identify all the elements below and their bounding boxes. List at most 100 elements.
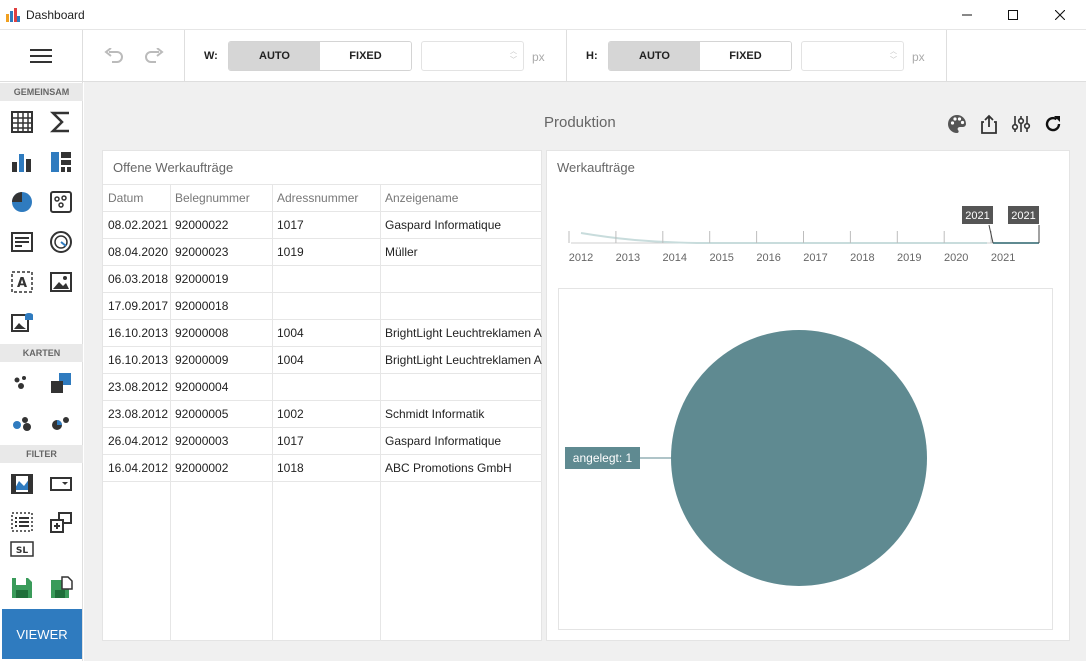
range-year-label: 2012 — [569, 252, 593, 264]
column-header-anzeigename[interactable]: Anzeigename — [380, 185, 542, 212]
refresh-button[interactable] — [1041, 112, 1065, 136]
image-icon — [50, 272, 72, 292]
scatter-item-button[interactable] — [48, 189, 74, 215]
hamburger-icon — [30, 49, 52, 63]
cell-adressnummer: 1004 — [277, 326, 304, 340]
cell-datum: 23.08.2012 — [108, 380, 169, 394]
width-fixed-button[interactable]: FIXED — [320, 42, 411, 70]
column-header-belegnummer[interactable]: Belegnummer — [170, 185, 272, 212]
range-end-handle[interactable]: 2021 — [1008, 206, 1040, 243]
viewer-button[interactable]: VIEWER — [2, 609, 82, 659]
export-button[interactable] — [977, 112, 1001, 136]
toolbar: W: AUTO FIXED ︿ ﹀ px H: AUTO FIXED ︿ ﹀ px — [0, 30, 1086, 82]
cell-adressnummer: 1017 — [277, 218, 304, 232]
cell-adressnummer — [272, 293, 380, 320]
save-as-item-button[interactable] — [48, 575, 74, 601]
height-input[interactable]: ︿ ﹀ — [801, 41, 904, 71]
height-spinner-icon[interactable]: ︿ ﹀ — [890, 47, 897, 65]
save-as-icon — [51, 576, 73, 598]
image-item-button[interactable] — [48, 269, 74, 295]
treemap-icon — [51, 152, 71, 172]
cell-adressnummer: 1002 — [277, 407, 304, 421]
palette-icon — [948, 115, 966, 133]
toolbar-separator — [566, 30, 567, 82]
close-button[interactable] — [1037, 0, 1083, 30]
sigma-icon — [49, 111, 69, 133]
pie-chart-panel: Werkaufträge 2012 2013 2014 2015 2016 2017 201… — [546, 150, 1070, 641]
width-spinner-icon[interactable]: ︿ ﹀ — [510, 47, 517, 65]
redo-button[interactable] — [143, 46, 165, 66]
chart-item-button[interactable] — [9, 149, 35, 175]
choropleth-map-item-button[interactable] — [48, 370, 74, 396]
range-year-label: 2019 — [897, 252, 921, 264]
minimize-button[interactable] — [944, 0, 990, 30]
cell-belegnummer: 92000008 — [175, 326, 229, 340]
gauge-icon — [50, 231, 72, 253]
cell-belegnummer: 92000023 — [175, 245, 229, 259]
range-year-label: 2021 — [991, 252, 1015, 264]
width-input[interactable]: ︿ ﹀ — [421, 41, 524, 71]
cell-adressnummer: 1019 — [277, 245, 304, 259]
maximize-button[interactable] — [990, 0, 1036, 30]
pie-map-item-button[interactable] — [48, 410, 74, 436]
gauge-item-button[interactable] — [48, 229, 74, 255]
treemap-item-button[interactable] — [48, 149, 74, 175]
undo-icon — [104, 48, 123, 63]
cell-datum: 06.03.2018 — [108, 272, 169, 286]
save-item-button[interactable] — [9, 575, 35, 601]
cell-datum: 16.10.2013 — [108, 326, 169, 340]
undo-button[interactable] — [103, 46, 125, 66]
cell-belegnummer: 92000005 — [175, 407, 229, 421]
bound-image-item-button[interactable] — [9, 309, 35, 335]
grid-icon — [11, 111, 33, 133]
cell-datum: 08.02.2021 — [108, 218, 169, 232]
theme-button[interactable] — [945, 112, 969, 136]
cell-anzeigename: ABC Promotions GmbH — [385, 461, 512, 475]
menu-button[interactable] — [0, 30, 83, 82]
range-year-label: 2016 — [756, 252, 780, 264]
card-item-button[interactable] — [48, 109, 74, 135]
sl-filter-icon: SL — [10, 541, 34, 557]
range-start-label: 2021 — [965, 210, 989, 222]
choropleth-map-icon — [51, 373, 71, 393]
column-header-adressnummer[interactable]: Adressnummer — [272, 185, 380, 212]
column-header-datum[interactable]: Datum — [103, 185, 170, 212]
width-mode-toggle: AUTO FIXED — [228, 41, 412, 71]
date-filter-item-button[interactable]: SL — [9, 537, 35, 561]
cell-anzeigename: Schmidt Informatik — [385, 407, 485, 421]
maximize-icon — [1008, 10, 1018, 20]
range-start-handle[interactable]: 2021 — [962, 206, 994, 244]
geo-point-map-item-button[interactable] — [9, 410, 35, 436]
text-box-item-button[interactable] — [9, 229, 35, 255]
list-box-icon — [11, 512, 33, 532]
pie-item-button[interactable] — [9, 189, 35, 215]
list-box-item-button[interactable] — [9, 509, 35, 535]
cell-datum: 08.04.2020 — [108, 245, 169, 259]
dashboard-surface: Produktion Offene Werkaufträge Datum Bel… — [84, 82, 1086, 661]
parameters-button[interactable] — [1009, 112, 1033, 136]
range-selector[interactable]: 2012 2013 2014 2015 2016 2017 2018 2019 2020 2021… — [557, 201, 1067, 271]
range-filter-item-button[interactable] — [9, 471, 35, 497]
combo-box-item-button[interactable] — [48, 471, 74, 497]
range-year-label: 2017 — [803, 252, 827, 264]
tree-view-item-button[interactable] — [48, 509, 74, 535]
pie-chart: angelegt: 1 — [565, 330, 927, 586]
height-auto-button[interactable]: AUTO — [609, 42, 700, 70]
height-fixed-button[interactable]: FIXED — [700, 42, 791, 70]
text-box-icon — [11, 232, 33, 252]
cell-anzeigename: BrightLight Leuchtreklamen AG — [385, 326, 542, 340]
width-auto-button[interactable]: AUTO — [229, 42, 320, 70]
refresh-icon — [1045, 116, 1061, 132]
grid-header-row: Datum Belegnummer Adressnummer Anzeigena… — [103, 184, 542, 212]
scatter-chart-icon — [50, 191, 72, 213]
minimize-icon — [962, 14, 972, 16]
range-end-label: 2021 — [1011, 210, 1035, 222]
cell-anzeigename: Gaspard Informatique — [385, 218, 502, 232]
map-item-button[interactable] — [9, 370, 35, 396]
section-header-maps: KARTEN — [0, 344, 83, 362]
save-icon — [12, 578, 32, 598]
cell-adressnummer — [272, 266, 380, 293]
pie-slice[interactable] — [671, 330, 927, 586]
label-item-button[interactable]: A — [9, 269, 35, 295]
grid-item-button[interactable] — [9, 109, 35, 135]
